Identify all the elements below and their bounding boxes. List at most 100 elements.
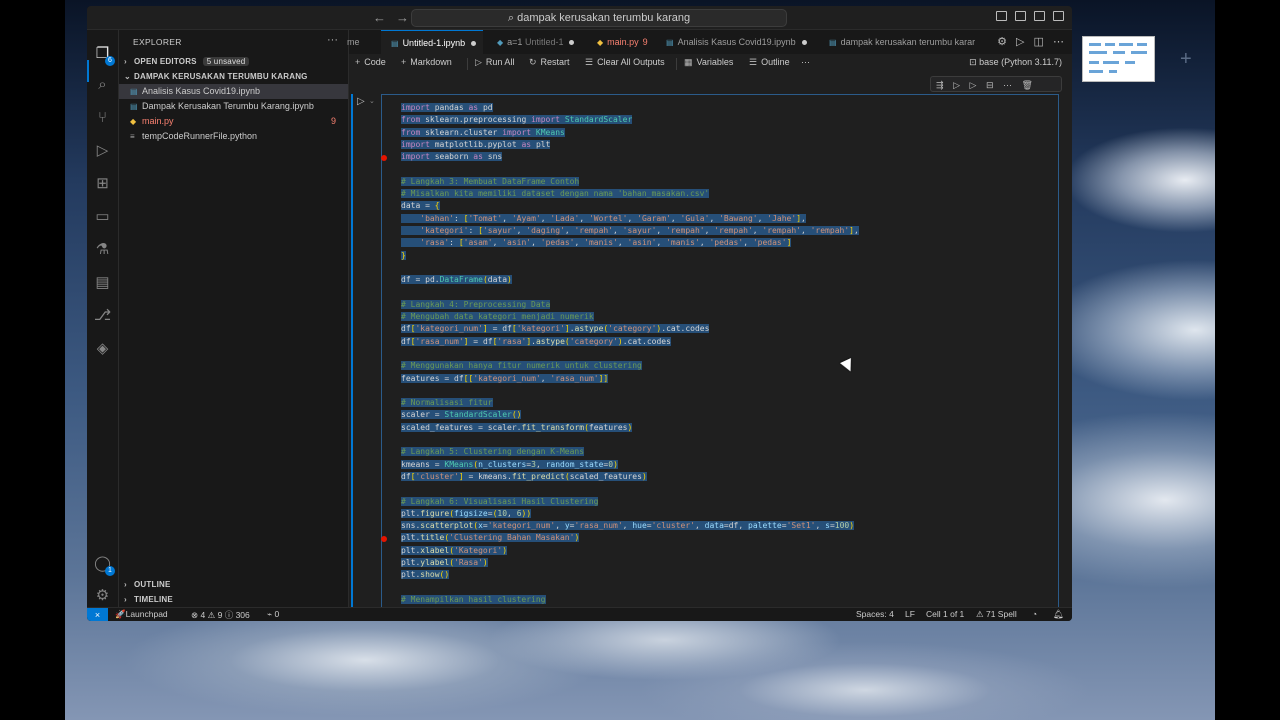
restart-button[interactable]: ↻ Restart bbox=[529, 57, 570, 68]
toggle-sidebar-icon[interactable] bbox=[996, 11, 1007, 21]
testing-icon[interactable]: ⚗ bbox=[93, 240, 112, 259]
file-item[interactable]: ▤ Dampak Kerusakan Terumbu Karang.ipynb bbox=[119, 99, 348, 114]
window-preview-thumbnail[interactable] bbox=[1082, 36, 1155, 82]
code-line[interactable]: kmeans = KMeans(n_clusters=3, random_sta… bbox=[401, 459, 1051, 471]
code-line[interactable] bbox=[401, 163, 1051, 175]
breakpoint-icon[interactable] bbox=[381, 536, 387, 542]
add-code-button[interactable]: + Code bbox=[355, 57, 386, 67]
spell-indicator[interactable]: ⚠ 71 Spell bbox=[976, 609, 1017, 620]
run-debug-icon[interactable]: ▷ bbox=[93, 141, 112, 160]
code-line[interactable]: plt.figure(figsize=(10, 6)) bbox=[401, 508, 1051, 520]
code-line[interactable]: data = { bbox=[401, 200, 1051, 212]
code-line[interactable]: scaler = StandardScaler() bbox=[401, 409, 1051, 421]
kernel-picker[interactable]: ⊡ base (Python 3.11.7) bbox=[969, 57, 1062, 68]
gear-icon[interactable]: ⚙ bbox=[997, 36, 1007, 48]
file-item[interactable]: ◆ main.py 9 bbox=[119, 114, 348, 129]
tab-analisis-covid[interactable]: ▤ Analisis Kasus Covid19.ipynb bbox=[666, 30, 807, 54]
code-line[interactable]: plt.ylabel('Rasa') bbox=[401, 557, 1051, 569]
code-line[interactable]: scaled_features = scaler.fit_transform(f… bbox=[401, 422, 1051, 434]
code-line[interactable] bbox=[401, 582, 1051, 594]
more-actions-icon[interactable]: ··· bbox=[327, 34, 338, 46]
execute-cell-icon[interactable]: ▷ bbox=[953, 80, 960, 90]
outline-section[interactable]: › OUTLINE bbox=[124, 580, 171, 589]
extensions-icon[interactable]: ⊞ bbox=[93, 174, 112, 193]
remote-explorer-icon[interactable]: ▭ bbox=[93, 207, 112, 226]
code-line[interactable]: plt.title('Clustering Bahan Masakan') bbox=[401, 532, 1051, 544]
code-line[interactable]: # Langkah 6: Visualisasi Hasil Clusterin… bbox=[401, 496, 1051, 508]
outline-button[interactable]: ☰ Outline bbox=[749, 57, 790, 68]
code-line[interactable]: import pandas as pd bbox=[401, 102, 1051, 114]
split-cell-icon[interactable]: ⊟ bbox=[986, 80, 994, 90]
code-line[interactable]: import matplotlib.pyplot as plt bbox=[401, 139, 1051, 151]
code-line[interactable]: # Misalkan kita memiliki dataset dengan … bbox=[401, 188, 1051, 200]
code-line[interactable]: # Normalisasi fitur bbox=[401, 397, 1051, 409]
code-line[interactable] bbox=[401, 385, 1051, 397]
explorer-icon[interactable]: ❐ 6 bbox=[93, 44, 115, 66]
add-desktop-icon[interactable]: + bbox=[1180, 48, 1192, 71]
launchpad-button[interactable]: 🚀Launchpad bbox=[115, 609, 168, 620]
code-editor[interactable]: import pandas as pd from sklearn.preproce… bbox=[401, 102, 1051, 618]
code-line[interactable]: # Langkah 5: Clustering dengan K-Means bbox=[401, 446, 1051, 458]
code-line[interactable]: # Langkah 4: Preprocessing Data bbox=[401, 299, 1051, 311]
tab-dampak[interactable]: ▤ dampak kerusakan terumbu karar bbox=[829, 30, 981, 54]
code-line[interactable]: } bbox=[401, 250, 1051, 262]
timeline-section[interactable]: › TIMELINE bbox=[124, 595, 173, 604]
toggle-secondary-sidebar-icon[interactable] bbox=[1034, 11, 1045, 21]
code-line[interactable]: # Mengubah data kategori menjadi numerik bbox=[401, 311, 1051, 323]
code-line[interactable]: features = df[['kategori_num', 'rasa_num… bbox=[401, 373, 1051, 385]
folder-icon[interactable]: ▤ bbox=[93, 273, 112, 292]
code-line[interactable] bbox=[401, 434, 1051, 446]
execute-above-icon[interactable]: ⇶ bbox=[936, 80, 944, 90]
code-line[interactable]: df['rasa_num'] = df['rasa'].astype('cate… bbox=[401, 336, 1051, 348]
code-line[interactable] bbox=[401, 286, 1051, 298]
code-line[interactable]: 'rasa': ['asam', 'asin', 'pedas', 'manis… bbox=[401, 237, 1051, 249]
code-line[interactable]: plt.xlabel('Kategori') bbox=[401, 545, 1051, 557]
code-line[interactable]: df = pd.DataFrame(data) bbox=[401, 274, 1051, 286]
run-icon[interactable]: ▷ bbox=[1016, 36, 1024, 48]
code-line[interactable]: 'bahan': ['Tomat', 'Ayam', 'Lada', 'Wort… bbox=[401, 213, 1051, 225]
code-line[interactable]: # Langkah 3: Membuat DataFrame Contoh bbox=[401, 176, 1051, 188]
more-icon[interactable]: ⋯ bbox=[1003, 80, 1012, 90]
notifications-bell-icon[interactable]: 🔔︎ bbox=[1053, 609, 1064, 620]
toolbar-more-button[interactable]: ··· bbox=[801, 57, 810, 67]
back-arrow-icon[interactable]: ← bbox=[373, 10, 396, 25]
code-line[interactable] bbox=[401, 348, 1051, 360]
copilot-icon[interactable]: ◔ bbox=[1032, 609, 1037, 619]
code-line[interactable]: from sklearn.cluster import KMeans bbox=[401, 127, 1051, 139]
remote-indicator[interactable]: × bbox=[87, 608, 108, 621]
file-item[interactable]: ≡ tempCodeRunnerFile.python bbox=[119, 129, 348, 144]
delete-icon[interactable]: 🗑 bbox=[1022, 80, 1033, 90]
tab-main-py[interactable]: ◆ main.py 9 bbox=[597, 30, 648, 54]
folder-section[interactable]: ⌄ DAMPAK KERUSAKAN TERUMBU KARANG bbox=[124, 72, 308, 81]
account-icon[interactable]: ◯ 1 bbox=[93, 554, 115, 576]
open-editors-section[interactable]: › OPEN EDITORS 5 unsaved bbox=[124, 57, 250, 66]
breakpoint-icon[interactable] bbox=[381, 155, 387, 161]
git-graph-icon[interactable]: ⎇ bbox=[93, 306, 112, 325]
code-line[interactable]: 'kategori': ['sayur', 'daging', 'rempah'… bbox=[401, 225, 1051, 237]
tab-untitled-1[interactable]: ▤ Untitled-1.ipynb bbox=[381, 30, 483, 54]
file-item[interactable]: ▤ Analisis Kasus Covid19.ipynb bbox=[119, 84, 348, 99]
tab[interactable]: me bbox=[347, 30, 377, 54]
execute-below-icon[interactable]: ▷ bbox=[970, 80, 977, 90]
code-line[interactable]: # Menampilkan hasil clustering bbox=[401, 594, 1051, 606]
code-line[interactable] bbox=[401, 262, 1051, 274]
split-editor-icon[interactable]: ◫ bbox=[1034, 36, 1044, 48]
toggle-panel-icon[interactable] bbox=[1015, 11, 1026, 21]
indentation-indicator[interactable]: Spaces: 4 bbox=[856, 609, 894, 619]
more-icon[interactable]: ⋯ bbox=[1053, 36, 1064, 48]
add-markdown-button[interactable]: + Markdown bbox=[401, 57, 452, 67]
source-control-icon[interactable]: ⑂ bbox=[93, 108, 112, 127]
command-center-search[interactable]: ⌕ dampak kerusakan terumbu karang bbox=[411, 9, 787, 27]
customize-layout-icon[interactable] bbox=[1053, 11, 1064, 21]
code-line[interactable]: # Menggunakan hanya fitur numerik untuk … bbox=[401, 360, 1051, 372]
eol-indicator[interactable]: LF bbox=[905, 609, 915, 619]
ports-indicator[interactable]: ⌁ 0 bbox=[267, 609, 279, 620]
search-icon[interactable]: ⌕ bbox=[93, 75, 112, 94]
database-icon[interactable]: ◈ bbox=[93, 339, 112, 358]
variables-button[interactable]: ▦ Variables bbox=[684, 57, 733, 68]
code-line[interactable]: plt.show() bbox=[401, 569, 1051, 581]
code-line[interactable]: df['kategori_num'] = df['kategori'].asty… bbox=[401, 323, 1051, 335]
tab-a1[interactable]: ◆ a=1 Untitled-1 bbox=[497, 30, 575, 54]
code-line[interactable] bbox=[401, 483, 1051, 495]
chevron-down-icon[interactable]: ⌄ bbox=[369, 97, 375, 105]
